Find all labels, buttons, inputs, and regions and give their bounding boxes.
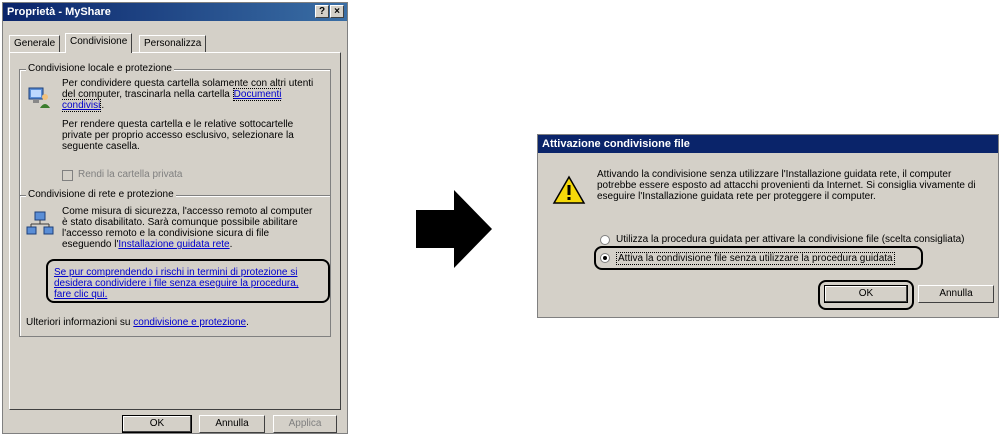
enable-dialog-title: Attivazione condivisione file bbox=[542, 138, 690, 150]
highlight-oval bbox=[46, 259, 330, 303]
more-info-end: . bbox=[246, 317, 249, 328]
ok-highlight-oval bbox=[818, 280, 914, 310]
enable-warning-message: Attivando la condivisione senza utilizza… bbox=[597, 169, 976, 202]
network-setup-wizard-link[interactable]: Installazione guidata rete bbox=[118, 239, 229, 250]
option-highlight-oval bbox=[594, 246, 923, 270]
network-text-end: . bbox=[229, 239, 233, 250]
sharing-security-link[interactable]: condivisione e protezione bbox=[133, 317, 246, 328]
cancel-button[interactable]: Annulla bbox=[918, 285, 994, 303]
network-sharing-legend: Condivisione di rete e protezione bbox=[26, 189, 176, 200]
network-icon bbox=[26, 211, 54, 235]
close-button[interactable]: × bbox=[330, 5, 344, 18]
more-info-line: Ulteriori informazioni su condivisione e… bbox=[26, 317, 336, 328]
enable-sharing-dialog: Attivazione condivisione file Attivando … bbox=[537, 134, 999, 318]
tab-generale[interactable]: Generale bbox=[9, 35, 61, 53]
local-sharing-group: Condivisione locale e protezione Per con… bbox=[19, 63, 331, 197]
local-sharing-legend: Condivisione locale e protezione bbox=[26, 63, 174, 74]
warning-icon bbox=[552, 175, 586, 204]
sharing-tab-panel: Condivisione locale e protezione Per con… bbox=[9, 52, 341, 410]
apply-button[interactable]: Applica bbox=[273, 415, 337, 433]
network-sharing-group: Condivisione di rete e protezione Come m… bbox=[19, 189, 331, 337]
private-folder-description: Per rendere questa cartella e le relativ… bbox=[62, 119, 294, 152]
more-info-text: Ulteriori informazioni su bbox=[26, 317, 131, 328]
network-sharing-text: Come misura di sicurezza, l'accesso remo… bbox=[62, 206, 320, 250]
make-private-label: Rendi la cartella privata bbox=[78, 169, 183, 180]
arrow-right-icon bbox=[416, 190, 492, 268]
dialog-title-bar[interactable]: Proprietà - MyShare bbox=[3, 3, 347, 21]
make-private-checkbox[interactable] bbox=[62, 170, 73, 181]
computer-users-icon bbox=[28, 87, 50, 108]
ok-button[interactable]: OK bbox=[122, 415, 192, 433]
help-button[interactable]: ? bbox=[315, 5, 329, 18]
tab-condivisione[interactable]: Condivisione bbox=[65, 33, 133, 53]
share-properties-dialog: Proprietà - MyShare ? × Generale Condivi… bbox=[2, 2, 348, 434]
use-wizard-label: Utilizza la procedura guidata per attiva… bbox=[616, 234, 965, 245]
cancel-button[interactable]: Annulla bbox=[199, 415, 265, 433]
enable-dialog-title-bar[interactable]: Attivazione condivisione file bbox=[538, 135, 998, 153]
dialog-title: Proprietà - MyShare bbox=[7, 6, 111, 18]
tab-personalizza[interactable]: Personalizza bbox=[139, 35, 207, 53]
local-sharing-text: Per condividere questa cartella solament… bbox=[62, 78, 314, 112]
use-wizard-radio[interactable] bbox=[600, 235, 610, 245]
